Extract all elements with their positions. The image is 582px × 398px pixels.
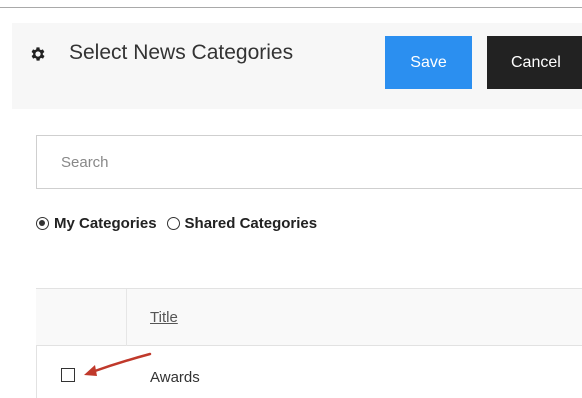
column-divider [126,289,127,346]
row-checkbox-awards[interactable] [61,368,75,382]
top-divider [0,7,582,8]
category-picker-dialog: Select News Categories Save Cancel My Ca… [0,0,582,398]
save-button[interactable]: Save [385,36,472,89]
red-arrow-icon [84,352,152,376]
category-scope-radio-group: My Categories Shared Categories [36,213,317,233]
table-row-border [36,346,37,398]
shared-categories-label[interactable]: Shared Categories [185,215,318,232]
search-input[interactable] [36,135,582,189]
my-categories-label[interactable]: My Categories [54,215,157,232]
gear-icon [31,47,45,61]
cancel-button[interactable]: Cancel [487,36,582,89]
table-header [36,288,582,346]
shared-categories-radio[interactable] [166,216,180,230]
page-title: Select News Categories [69,41,294,64]
table-row-title: Awards [150,369,200,386]
my-categories-radio[interactable] [36,216,49,230]
column-header-title[interactable]: Title [150,309,178,326]
